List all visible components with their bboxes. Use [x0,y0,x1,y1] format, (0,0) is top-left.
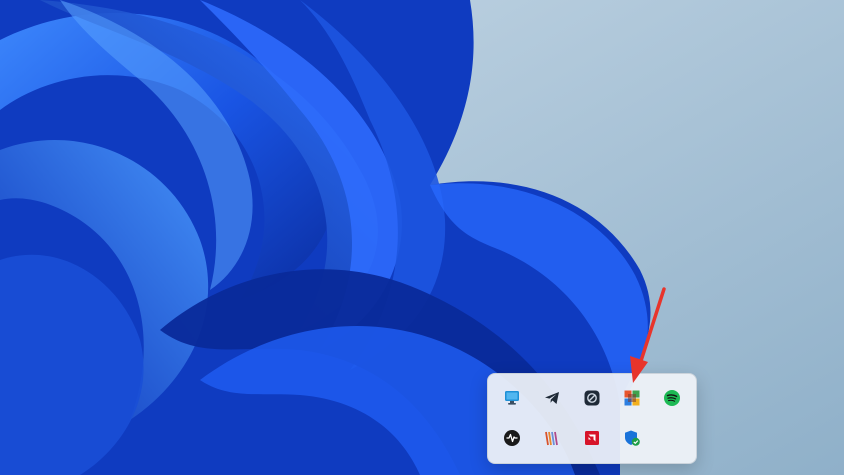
spotify-icon[interactable] [658,384,686,412]
app-circle-icon[interactable] [578,384,606,412]
windows-color-icon[interactable] [618,384,646,412]
wallpaper-bloom [0,0,844,475]
security-shield-icon[interactable] [618,424,646,452]
activity-icon[interactable] [498,424,526,452]
tray-overflow-flyout [487,373,697,464]
monitor-icon[interactable] [498,384,526,412]
telegram-icon[interactable] [538,384,566,412]
stripes-icon[interactable] [538,424,566,452]
amd-icon[interactable] [578,424,606,452]
desktop [0,0,844,475]
